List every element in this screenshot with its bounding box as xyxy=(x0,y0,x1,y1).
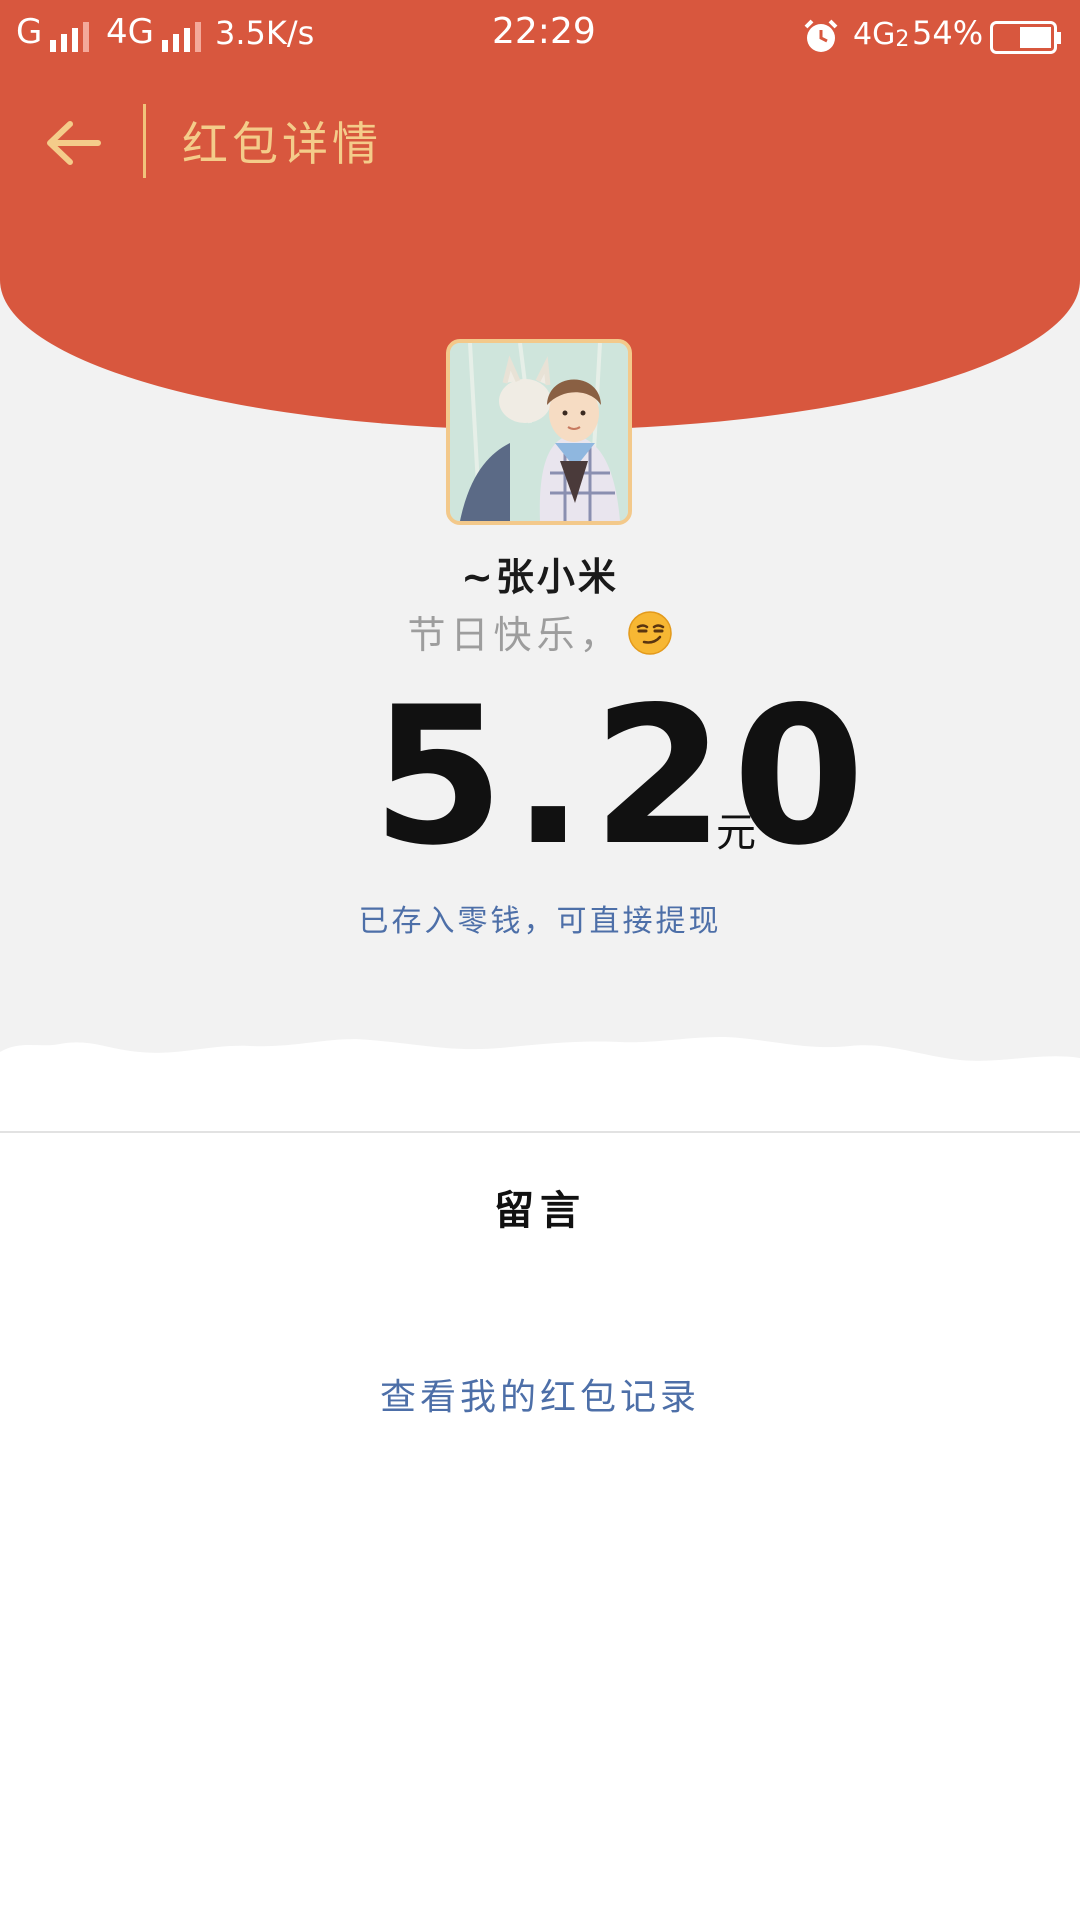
message-label: 留言 xyxy=(494,1187,586,1234)
network-type: 4G 2 xyxy=(853,12,909,52)
sim2-signal: 4G xyxy=(106,12,201,52)
carrier2-label: 4G xyxy=(106,12,154,52)
alarm-icon xyxy=(804,19,838,52)
back-arrow-icon[interactable] xyxy=(40,108,110,178)
smirk-emoji-icon xyxy=(627,611,672,655)
battery-percent: 54% xyxy=(912,14,984,52)
carrier1-label: G xyxy=(16,12,43,52)
nav-divider xyxy=(143,104,146,178)
amount-value: 5.20 xyxy=(372,666,873,887)
signal-bars-icon xyxy=(161,22,201,52)
torn-paper-edge xyxy=(0,1037,1080,1140)
sim-index: 2 xyxy=(895,27,910,52)
battery-icon xyxy=(990,21,1061,54)
section-divider xyxy=(0,1131,1080,1133)
network-speed: 3.5K/s xyxy=(215,14,315,52)
avatar-illustration xyxy=(450,343,628,521)
sender-avatar[interactable] xyxy=(446,339,632,525)
network-label: 4G xyxy=(853,17,896,52)
status-bar: G 4G 3.5K/s 22:29 4G 2 54% xyxy=(0,0,1080,66)
saved-to-wallet-link[interactable]: 已存入零钱，可直接提现 xyxy=(0,896,1080,940)
sender-name: ~张小米 xyxy=(461,555,619,599)
greeting-text: 节日快乐， xyxy=(407,613,623,657)
clock: 22:29 xyxy=(492,11,596,52)
signal-bars-icon xyxy=(50,22,90,52)
view-records-link[interactable]: 查看我的红包记录 xyxy=(0,1368,1080,1420)
page-title: 红包详情 xyxy=(182,117,382,171)
sim1-signal: G xyxy=(16,12,90,52)
amount-unit: 元 xyxy=(716,810,756,856)
greeting-message: 节日快乐， xyxy=(0,604,1080,659)
